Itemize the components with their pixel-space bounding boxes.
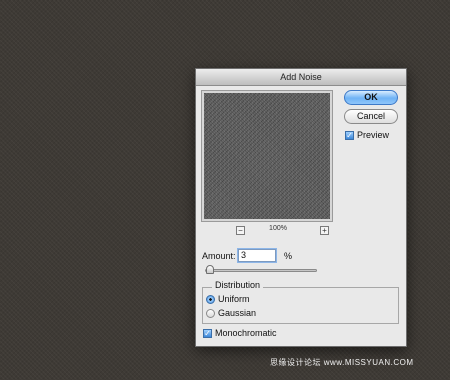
ok-button[interactable]: OK bbox=[344, 90, 398, 105]
cancel-button[interactable]: Cancel bbox=[344, 109, 398, 124]
distribution-group bbox=[202, 287, 399, 324]
noise-preview-image bbox=[204, 93, 330, 219]
distribution-title: Distribution bbox=[212, 280, 264, 290]
amount-slider-track[interactable] bbox=[205, 269, 317, 272]
dialog-title: Add Noise bbox=[196, 69, 406, 86]
zoom-out-button[interactable]: − bbox=[236, 226, 245, 235]
preview-frame[interactable] bbox=[201, 90, 333, 222]
gaussian-radio[interactable] bbox=[206, 309, 215, 318]
uniform-radio[interactable] bbox=[206, 295, 215, 304]
monochromatic-checkbox[interactable]: ✓ bbox=[203, 329, 212, 338]
add-noise-dialog: Add Noise − 100% + OK Cancel ✓ Preview A… bbox=[195, 68, 407, 347]
amount-label: Amount: bbox=[202, 251, 236, 261]
preview-checkbox[interactable]: ✓ bbox=[345, 131, 354, 140]
gaussian-label: Gaussian bbox=[218, 308, 257, 318]
zoom-level: 100% bbox=[269, 225, 287, 232]
watermark-text: 思缘设计论坛 www.MISSYUAN.COM bbox=[270, 358, 414, 367]
uniform-label: Uniform bbox=[218, 294, 250, 304]
amount-slider-thumb[interactable] bbox=[205, 265, 214, 274]
preview-label: Preview bbox=[357, 130, 390, 140]
monochromatic-label: Monochromatic bbox=[215, 328, 277, 338]
zoom-in-button[interactable]: + bbox=[320, 226, 329, 235]
amount-input[interactable]: 3 bbox=[238, 249, 276, 262]
amount-unit: % bbox=[284, 251, 293, 261]
